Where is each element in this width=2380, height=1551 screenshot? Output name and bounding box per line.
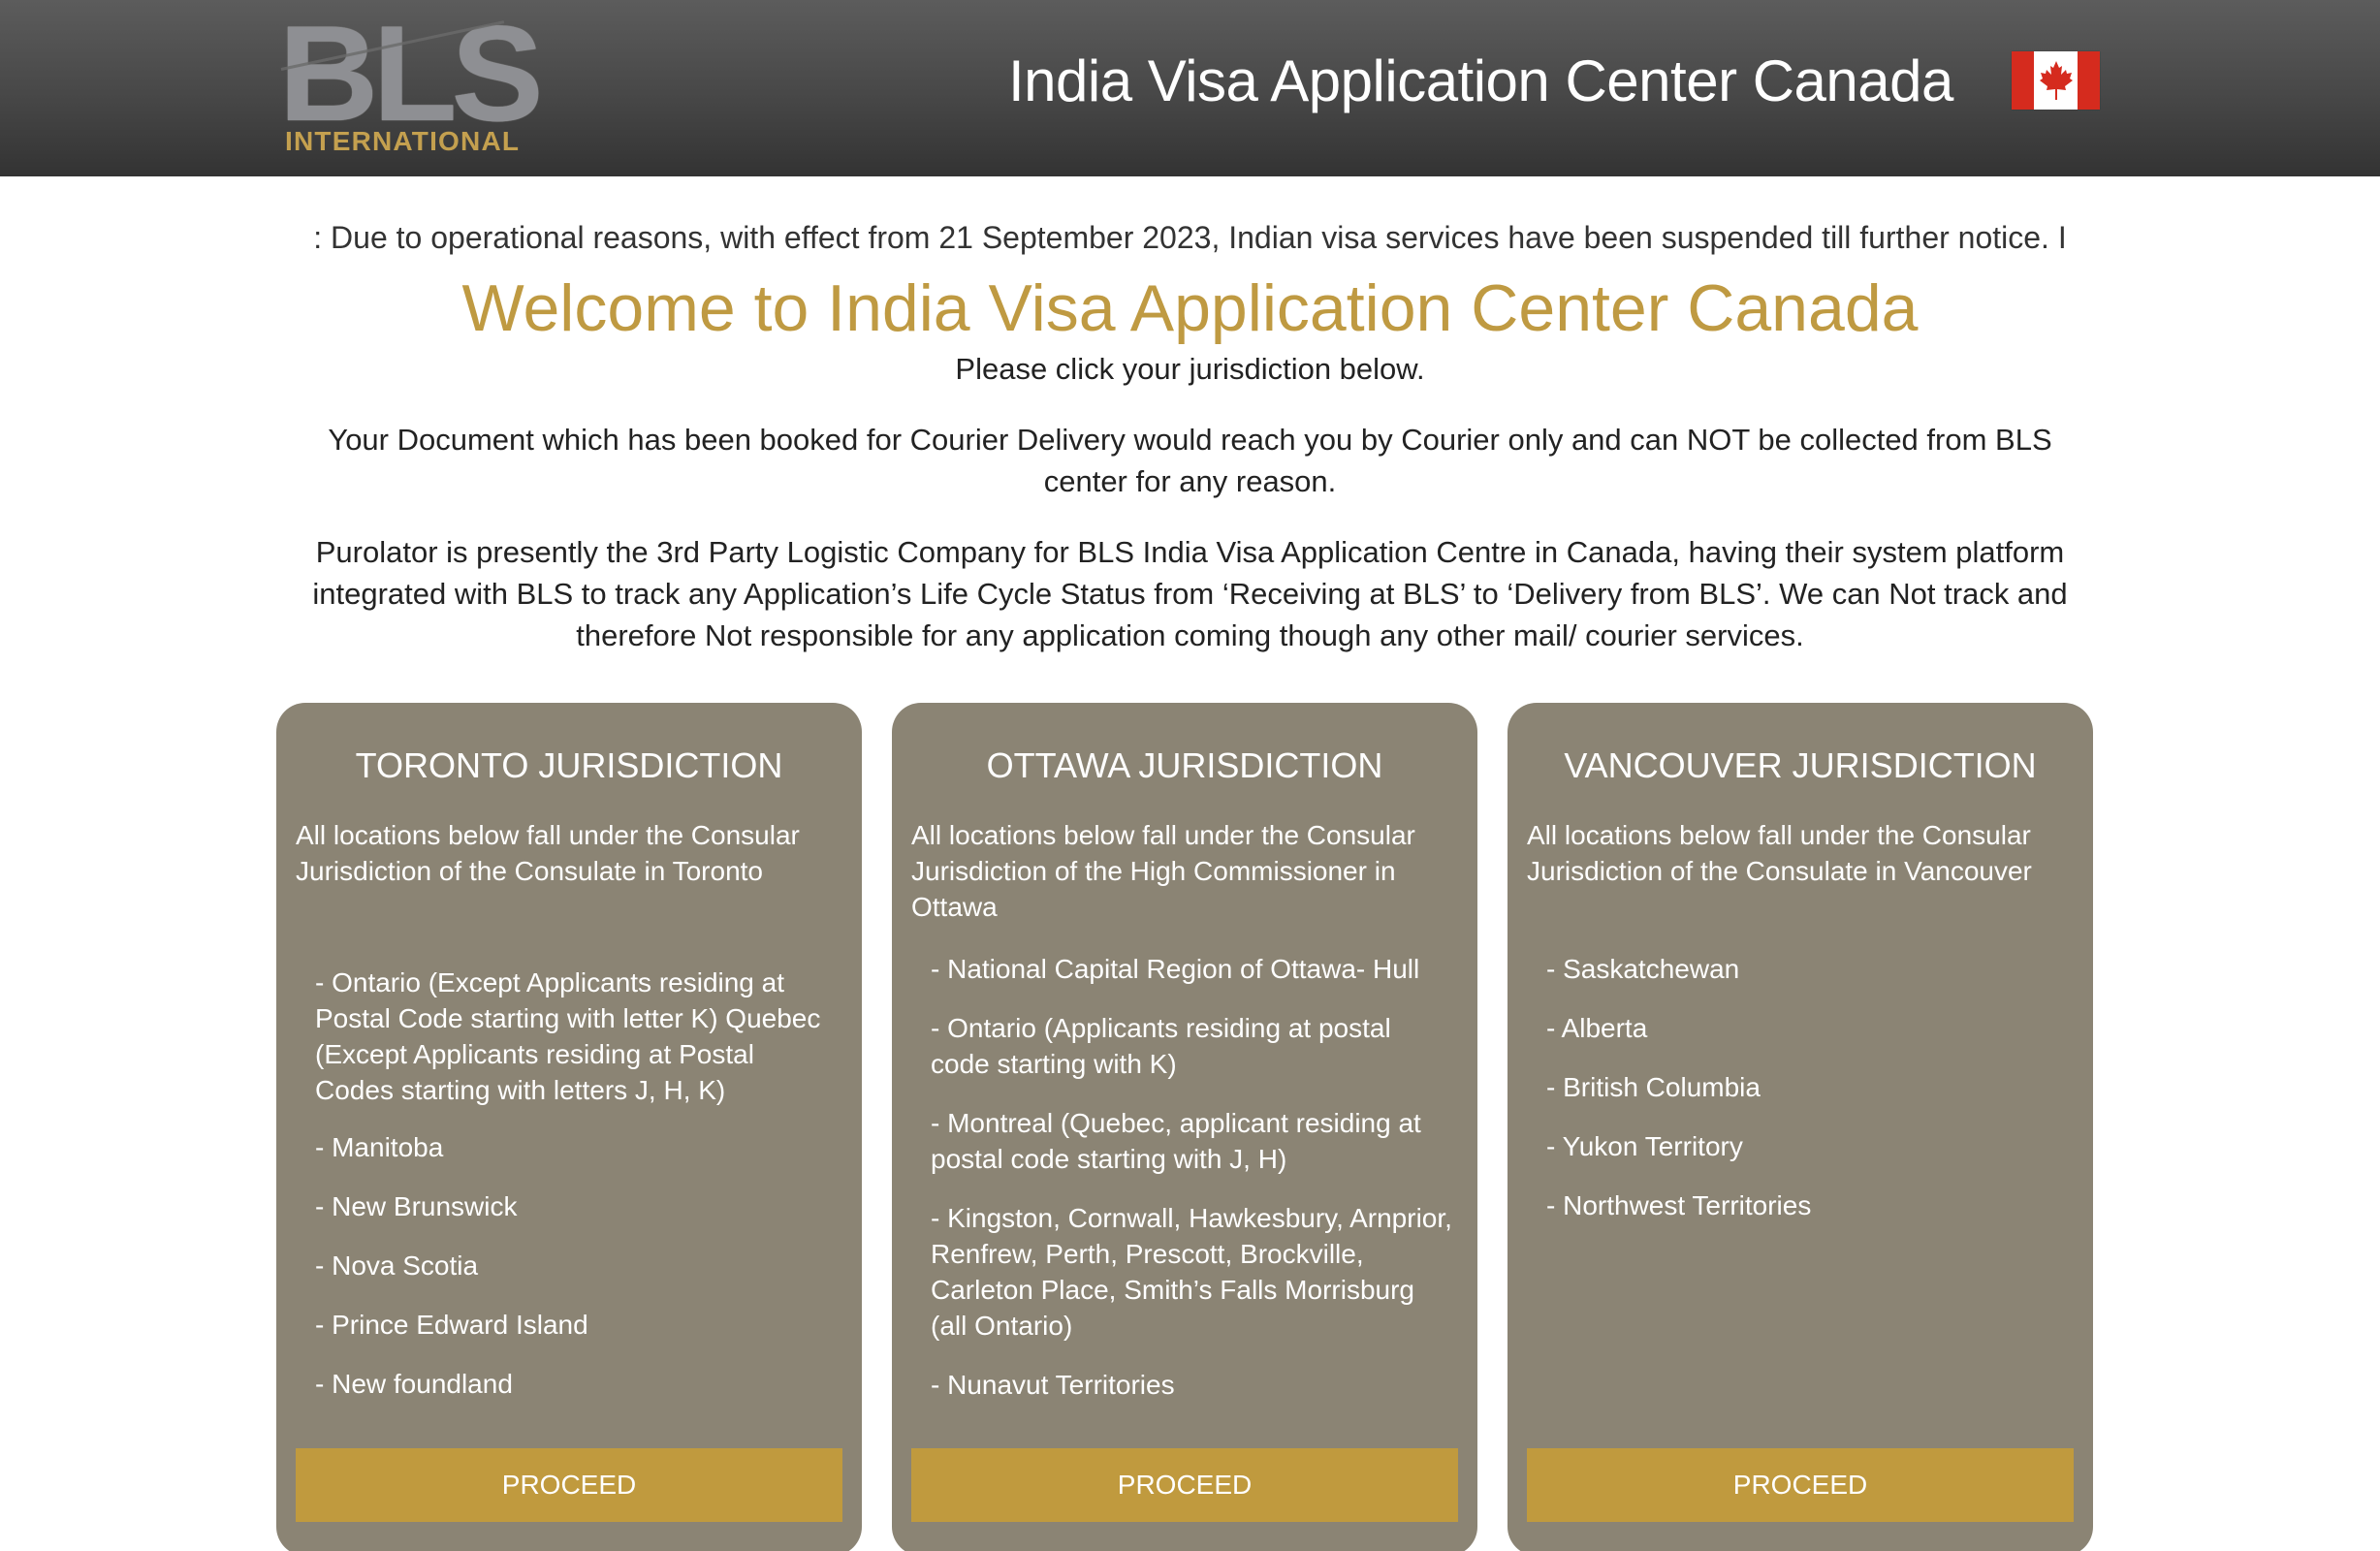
list-item: - Yukon Territory [1546,1131,1743,1161]
location-list: - Ontario (Except Applicants residing at… [315,965,839,1425]
maple-leaf-icon [2039,61,2073,100]
list-item: - Ontario (Applicants residing at postal… [931,1013,1391,1079]
flag-center [2034,51,2078,110]
list-item: - Saskatchewan [1546,954,1740,984]
list-item: - Alberta [1546,1013,1648,1043]
proceed-button-toronto[interactable]: PROCEED [296,1448,842,1522]
list-item: - Montreal (Quebec, applicant residing a… [931,1108,1421,1174]
courier-delivery-notice: Your Document which has been booked for … [328,423,2052,498]
canada-flag-icon [2012,51,2100,110]
jurisdiction-card-toronto: TORONTO JURISDICTION All locations below… [276,703,862,1551]
card-description: All locations below fall under the Consu… [911,820,1415,922]
card-title: VANCOUVER JURISDICTION [1564,745,2037,785]
jurisdiction-cards: TORONTO JURISDICTION All locations below… [276,703,2093,1551]
site-header: BLS INTERNATIONAL India Visa Application… [0,0,2380,176]
list-item: - Northwest Territories [1546,1190,1812,1220]
logo-subtitle: INTERNATIONAL [285,126,521,156]
list-item: - Kingston, Cornwall, Hawkesbury, Arnpri… [931,1203,1452,1341]
card-description: All locations below fall under the Consu… [1527,820,2032,886]
list-item: - Ontario (Except Applicants residing at… [315,967,821,1105]
list-item: - British Columbia [1546,1072,1761,1102]
card-description: All locations below fall under the Consu… [296,820,800,886]
location-list: - Saskatchewan - Alberta - British Colum… [1546,951,2070,1247]
purolator-notice: Purolator is presently the 3rd Party Log… [312,535,2068,652]
list-item: - Manitoba [315,1132,444,1162]
jurisdiction-card-vancouver: VANCOUVER JURISDICTION All locations bel… [1507,703,2093,1551]
instruction-text: Please click your jurisdiction below. [955,352,1425,386]
list-item: - New Brunswick [315,1191,518,1221]
list-item: - Nova Scotia [315,1250,479,1281]
list-item: - New foundland [315,1369,513,1399]
location-list: - National Capital Region of Ottawa- Hul… [931,951,1454,1426]
jurisdiction-card-ottawa: OTTAWA JURISDICTION All locations below … [892,703,1477,1551]
flag-band-right [2078,51,2100,110]
list-item: - Prince Edward Island [315,1310,588,1340]
bls-international-logo[interactable]: BLS INTERNATIONAL [278,6,543,157]
card-title: TORONTO JURISDICTION [355,745,783,785]
suspension-notice: : Due to operational reasons, with effec… [313,220,2067,255]
list-item: - Nunavut Territories [931,1370,1175,1400]
proceed-button-ottawa[interactable]: PROCEED [911,1448,1458,1522]
list-item: - National Capital Region of Ottawa- Hul… [931,954,1420,984]
logo-wordmark: BLS [278,0,543,149]
site-title: India Visa Application Center Canada [1008,48,1953,113]
flag-band-left [2012,51,2034,110]
welcome-heading: Welcome to India Visa Application Center… [461,271,1919,345]
card-title: OTTAWA JURISDICTION [986,745,1383,785]
proceed-button-vancouver[interactable]: PROCEED [1527,1448,2074,1522]
